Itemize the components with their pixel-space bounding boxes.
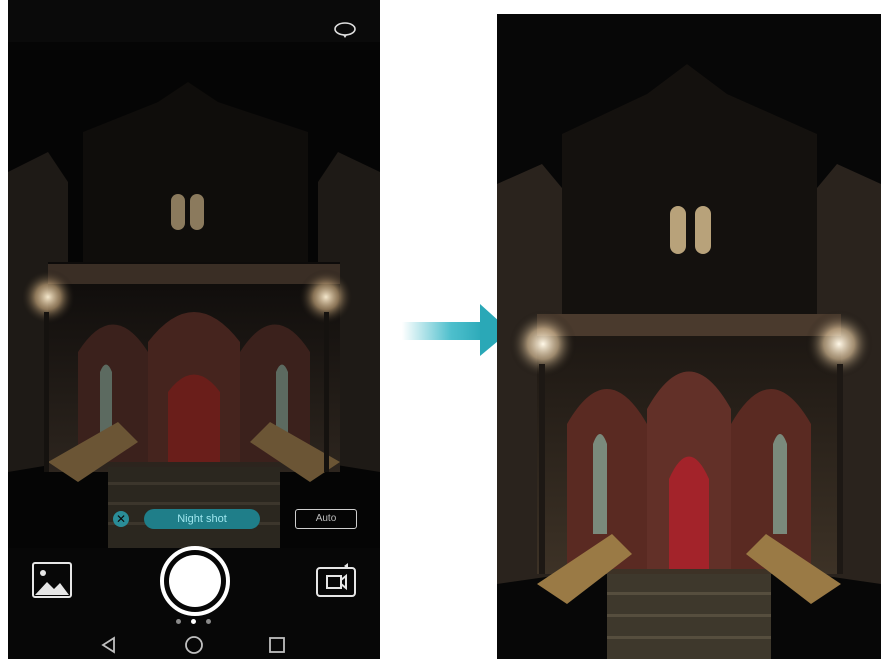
switch-camera-icon[interactable] — [316, 562, 356, 598]
camera-screen: ✕ Night shot Auto — [8, 0, 380, 659]
shutter-button[interactable] — [160, 546, 230, 616]
page-dot — [176, 619, 181, 624]
home-icon[interactable] — [184, 636, 204, 659]
page-dot — [206, 619, 211, 624]
mode-page-indicator — [176, 619, 216, 625]
close-mode-icon[interactable]: ✕ — [113, 511, 129, 527]
auto-setting-button[interactable]: Auto — [295, 509, 357, 529]
viewfinder-preview — [8, 42, 380, 548]
top-bar — [8, 0, 380, 42]
night-shot-mode-button[interactable]: Night shot — [144, 509, 260, 529]
recent-apps-icon[interactable] — [268, 636, 286, 659]
navigation-bar — [8, 632, 380, 659]
result-photo — [497, 14, 881, 659]
night-photo-image — [497, 14, 881, 659]
gallery-icon[interactable] — [32, 562, 72, 598]
rotate-icon[interactable] — [332, 20, 358, 40]
page-dot-active — [191, 619, 196, 624]
mode-selector-row: ✕ Night shot Auto — [8, 507, 380, 537]
shutter-icon — [169, 555, 221, 607]
back-icon[interactable] — [100, 636, 118, 659]
